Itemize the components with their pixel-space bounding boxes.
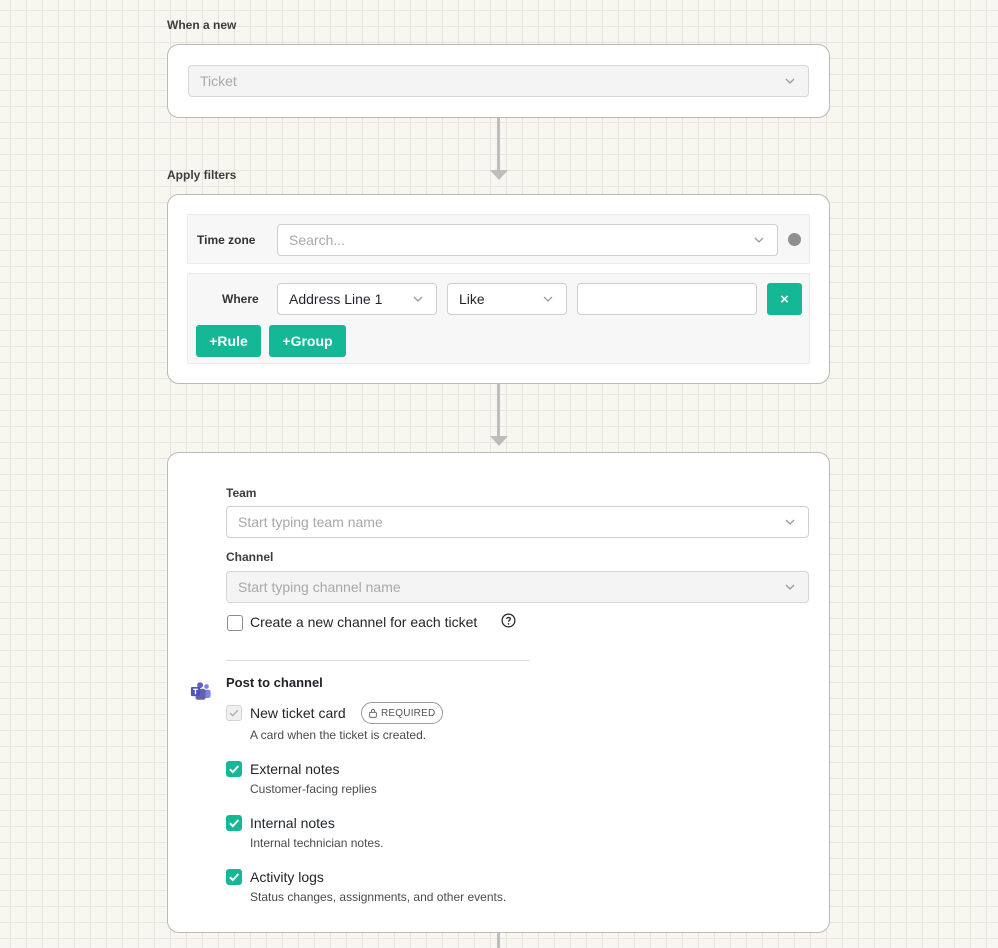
internal-notes-checkbox[interactable] <box>226 815 242 831</box>
team-placeholder: Start typing team name <box>238 514 383 530</box>
activity-logs-title: Activity logs <box>250 869 324 885</box>
trigger-object-value: Ticket <box>200 73 237 89</box>
flow-arrow-icon <box>490 170 508 180</box>
activity-logs-checkbox[interactable] <box>226 869 242 885</box>
chevron-down-icon <box>754 237 764 243</box>
timezone-label: Time zone <box>197 233 256 247</box>
timezone-row: Time zone Search... <box>187 214 810 264</box>
teams-icon <box>190 682 211 700</box>
flow-connector <box>497 118 500 170</box>
trigger-section-label: When a new <box>167 18 237 32</box>
chevron-down-icon <box>785 78 795 84</box>
add-rule-button[interactable]: +Rule <box>196 325 261 357</box>
check-icon <box>229 709 239 717</box>
flow-arrow-icon <box>490 436 508 446</box>
activity-logs-desc: Status changes, assignments, and other e… <box>250 890 507 904</box>
field-value: Address Line 1 <box>289 291 383 307</box>
trigger-object-select[interactable]: Ticket <box>188 65 809 97</box>
new-ticket-card-title: New ticket card <box>250 705 346 721</box>
team-select[interactable]: Start typing team name <box>226 506 809 538</box>
action-card: Team Start typing team name Channel Star… <box>167 452 830 933</box>
timezone-select[interactable]: Search... <box>277 224 778 256</box>
team-label: Team <box>226 486 257 500</box>
chevron-down-icon <box>543 296 553 302</box>
check-icon <box>229 873 240 882</box>
flow-connector <box>497 933 500 948</box>
required-badge: REQUIRED <box>361 702 444 724</box>
new-ticket-card-checkbox <box>226 705 242 721</box>
external-notes-desc: Customer-facing replies <box>250 782 377 796</box>
flow-connector <box>497 384 500 436</box>
field-select[interactable]: Address Line 1 <box>277 283 437 315</box>
help-icon[interactable] <box>501 613 516 628</box>
where-label: Where <box>222 292 259 306</box>
filters-card: Time zone Search... Where Address Line 1… <box>167 194 830 384</box>
status-dot-icon <box>788 233 801 246</box>
required-label: REQUIRED <box>381 707 436 719</box>
lock-icon <box>369 708 377 718</box>
timezone-placeholder: Search... <box>289 232 346 248</box>
external-notes-title: External notes <box>250 761 340 777</box>
channel-select[interactable]: Start typing channel name <box>226 571 809 603</box>
filter-value-input[interactable] <box>577 283 757 315</box>
check-icon <box>229 819 240 828</box>
new-channel-checkbox[interactable] <box>227 615 243 631</box>
new-ticket-card-desc: A card when the ticket is created. <box>250 728 427 742</box>
internal-notes-title: Internal notes <box>250 815 335 831</box>
chevron-down-icon <box>785 584 795 590</box>
remove-rule-button[interactable]: × <box>767 283 802 315</box>
channel-label: Channel <box>226 550 274 564</box>
check-icon <box>229 765 240 774</box>
chevron-down-icon <box>413 296 423 302</box>
operator-value: Like <box>459 291 485 307</box>
filters-section-label: Apply filters <box>167 168 237 182</box>
trigger-card: Ticket <box>167 44 830 118</box>
internal-notes-desc: Internal technician notes. <box>250 836 384 850</box>
operator-select[interactable]: Like <box>447 283 567 315</box>
rule-group: Where Address Line 1 Like × +Rule +Group <box>187 273 810 364</box>
chevron-down-icon <box>785 519 795 525</box>
new-channel-label: Create a new channel for each ticket <box>250 614 478 630</box>
divider <box>226 660 530 661</box>
channel-placeholder: Start typing channel name <box>238 579 401 595</box>
post-heading: Post to channel <box>226 675 323 690</box>
external-notes-checkbox[interactable] <box>226 761 242 777</box>
add-group-button[interactable]: +Group <box>269 325 346 357</box>
